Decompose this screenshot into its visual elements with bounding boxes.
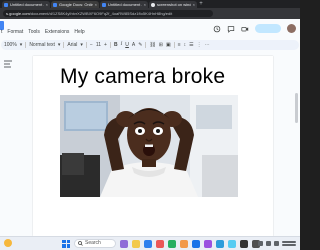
- bold-button[interactable]: B: [114, 40, 118, 50]
- weather-icon[interactable]: [4, 239, 12, 247]
- menu-item-format[interactable]: Format: [7, 28, 23, 36]
- new-tab-button[interactable]: +: [198, 1, 204, 8]
- formatting-toolbar: 100% ▾ Normal text ▾ Arial ▾ − 11 + B I …: [1, 40, 299, 50]
- url-path: /document/d/1ZS8K4yIhtvrXZWBXF6O9Fq2f_4o…: [29, 11, 173, 16]
- tab-title: screenshot on windows - G...: [157, 2, 191, 7]
- font-size-input[interactable]: 11: [96, 40, 101, 50]
- history-icon[interactable]: [213, 25, 221, 33]
- italic-button[interactable]: I: [121, 40, 123, 50]
- checklist-icon[interactable]: ☰: [189, 40, 193, 50]
- chrome-icon[interactable]: [192, 239, 200, 248]
- meet-icon[interactable]: [241, 25, 249, 33]
- close-icon[interactable]: ×: [95, 1, 97, 8]
- close-icon[interactable]: ×: [144, 1, 146, 8]
- image-icon[interactable]: ▣: [166, 40, 171, 50]
- comments-icon[interactable]: [227, 25, 235, 33]
- document-heading[interactable]: My camera broke: [60, 65, 225, 89]
- document-canvas: My camera broke: [0, 53, 300, 236]
- taskbar-search[interactable]: Search: [74, 239, 116, 248]
- menu-item-extensions[interactable]: Extensions: [45, 28, 69, 36]
- chevron-down-icon: ▾: [80, 42, 83, 48]
- font-select[interactable]: Arial: [67, 40, 77, 50]
- line-spacing-icon[interactable]: ↕: [184, 40, 187, 50]
- divider: [25, 42, 27, 48]
- app-icon[interactable]: [120, 239, 128, 248]
- text-color-button[interactable]: A: [132, 40, 135, 50]
- address-bar: s.google.com/document/d/1ZS8K4yIhtvrXZWB…: [0, 8, 300, 19]
- browser-tab[interactable]: Untitled document - Goog... ×: [100, 1, 148, 8]
- menu-bar: t Format Tools Extensions Help: [0, 28, 85, 36]
- divider: [63, 42, 65, 48]
- app-icon[interactable]: [228, 239, 236, 248]
- taskbar: Search: [0, 236, 300, 250]
- divider: [109, 42, 111, 48]
- windows-start-icon[interactable]: [62, 239, 70, 248]
- tab-title: Untitled document - Goog...: [108, 2, 142, 7]
- browser-tab[interactable]: Untitled document - Google Docs ×: [2, 1, 50, 8]
- app-icon[interactable]: [156, 239, 164, 248]
- clock[interactable]: [282, 240, 296, 247]
- align-icon[interactable]: ≡: [178, 40, 181, 50]
- chevron-down-icon: ▾: [57, 42, 61, 48]
- link-icon[interactable]: ⛓: [149, 40, 155, 50]
- browser-tab-active[interactable]: Google Docs: Online Docu... ×: [51, 1, 99, 8]
- outline-icon[interactable]: [3, 59, 13, 69]
- more-icon[interactable]: ⋯: [205, 40, 210, 50]
- google-icon: [151, 2, 155, 7]
- zoom-select[interactable]: 100%: [4, 40, 17, 50]
- docs-header: t Format Tools Extensions Help: [0, 19, 300, 39]
- divider: [145, 42, 147, 48]
- document-page[interactable]: My camera broke: [33, 56, 273, 236]
- chevron-down-icon: ▾: [19, 42, 23, 48]
- menu-item-insert[interactable]: t: [1, 28, 2, 36]
- close-icon[interactable]: ×: [46, 1, 48, 8]
- docs-icon: [4, 2, 8, 7]
- url-input[interactable]: s.google.com/document/d/1ZS8K4yIhtvrXZWB…: [3, 10, 213, 17]
- highlight-icon[interactable]: ✎: [138, 40, 142, 50]
- tab-title: Untitled document - Google Docs: [10, 2, 44, 7]
- app-icon[interactable]: [240, 239, 248, 248]
- docs-app: t Format Tools Extensions Help 100% ▾ No…: [0, 19, 300, 236]
- underline-button[interactable]: U: [125, 40, 129, 50]
- divider: [173, 42, 175, 48]
- divider: [85, 42, 87, 48]
- increase-font-size-button[interactable]: +: [104, 40, 107, 50]
- url-host: s.google.com: [6, 11, 30, 16]
- wifi-icon[interactable]: [266, 241, 271, 246]
- embedded-photo[interactable]: [60, 95, 238, 197]
- docs-icon: [53, 2, 57, 7]
- taskbar-apps: Search: [62, 239, 260, 248]
- search-label: Search: [85, 240, 101, 246]
- scrollbar[interactable]: [295, 93, 298, 123]
- edge-icon[interactable]: [144, 239, 152, 248]
- browser-tab-strip: Untitled document - Google Docs × Google…: [0, 0, 300, 8]
- app-icon[interactable]: [204, 239, 212, 248]
- decrease-font-size-button[interactable]: −: [90, 40, 93, 50]
- share-button[interactable]: [255, 24, 281, 33]
- screen: Untitled document - Google Docs × Google…: [0, 0, 300, 250]
- browser-tab[interactable]: screenshot on windows - G... ×: [149, 1, 197, 8]
- system-tray: [258, 240, 296, 247]
- file-explorer-icon[interactable]: [132, 239, 140, 248]
- bulleted-list-icon[interactable]: ⋮: [197, 40, 202, 50]
- tab-title: Google Docs: Online Docu...: [59, 2, 93, 7]
- app-icon[interactable]: [168, 239, 176, 248]
- volume-icon[interactable]: [274, 241, 279, 246]
- taskbar-widgets: [4, 239, 12, 247]
- comment-add-icon[interactable]: ⊞: [159, 40, 163, 50]
- close-icon[interactable]: ×: [193, 1, 195, 8]
- app-icon[interactable]: [180, 239, 188, 248]
- style-select[interactable]: Normal text: [29, 40, 55, 50]
- avatar[interactable]: [287, 24, 296, 33]
- search-icon: [78, 241, 83, 246]
- menu-item-help[interactable]: Help: [74, 28, 84, 36]
- docs-icon: [102, 2, 106, 7]
- header-actions: [213, 24, 296, 33]
- menu-item-tools[interactable]: Tools: [28, 28, 40, 36]
- app-icon[interactable]: [216, 239, 224, 248]
- chevron-up-icon[interactable]: [258, 241, 263, 246]
